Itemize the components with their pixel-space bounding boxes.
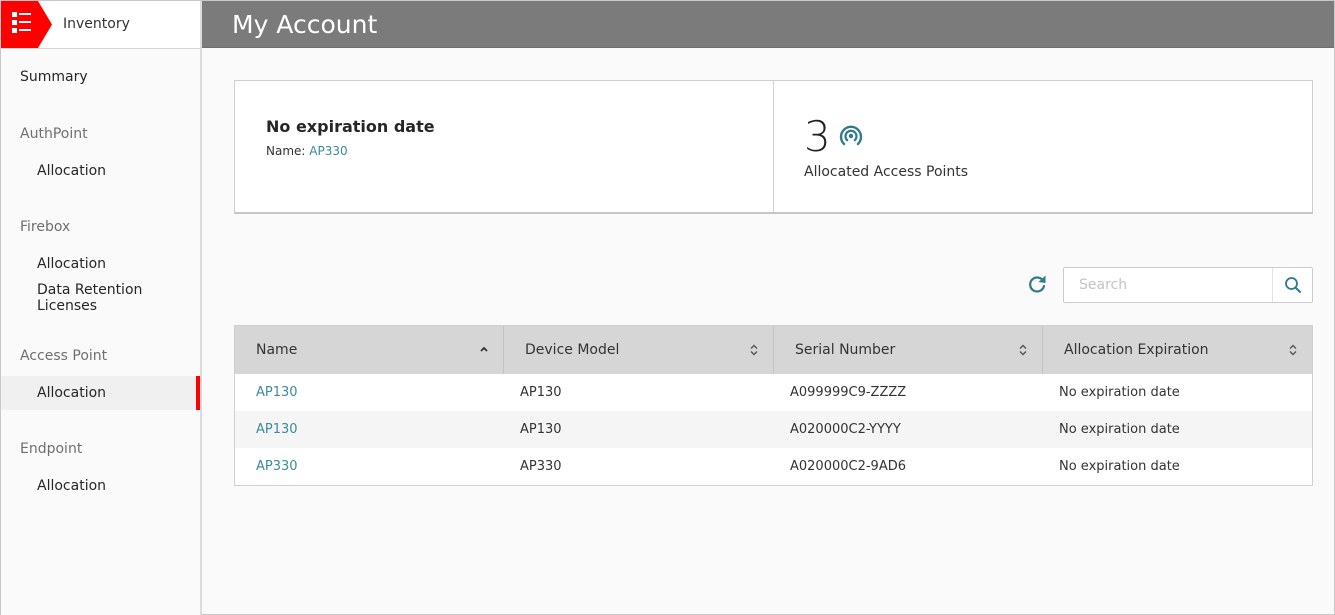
table-row: AP130 AP130 A020000C2-YYYY No expiration…: [235, 411, 1312, 448]
serial-number-cell: A099999C9-ZZZZ: [790, 385, 907, 400]
sidebar-item-firebox-allocation[interactable]: Allocation: [1, 247, 200, 281]
column-header-serial-number[interactable]: Serial Number: [774, 326, 1043, 374]
column-label: Serial Number: [795, 342, 896, 358]
device-name-link[interactable]: AP130: [256, 422, 298, 437]
sidebar-item-label: Allocation: [37, 163, 107, 179]
column-header-allocation-expiration[interactable]: Allocation Expiration: [1043, 326, 1312, 374]
expiration-heading: No expiration date: [266, 117, 435, 136]
sidebar-group-endpoint: Endpoint: [20, 441, 83, 457]
search-box: [1063, 267, 1313, 303]
search-input[interactable]: [1064, 268, 1272, 302]
sidebar-group-access-point: Access Point: [20, 348, 108, 364]
expiration-cell: No expiration date: [1059, 385, 1180, 400]
expiration-cell: No expiration date: [1059, 459, 1180, 474]
sidebar-item-label: Data Retention Licenses: [37, 282, 143, 314]
sidebar-item-access-point-allocation[interactable]: Allocation: [1, 376, 200, 410]
search-button[interactable]: [1272, 268, 1312, 302]
serial-number-cell: A020000C2-9AD6: [790, 459, 907, 474]
sidebar-item-label: Summary: [20, 69, 88, 85]
allocated-label: Allocated Access Points: [804, 164, 969, 180]
summary-cards: No expiration date Name: AP330 3 Allocat…: [234, 80, 1313, 214]
device-name-link[interactable]: AP330: [256, 459, 298, 474]
column-label: Device Model: [525, 342, 620, 358]
device-name-link[interactable]: AP130: [256, 385, 298, 400]
access-point-icon: [839, 125, 863, 146]
menu-button[interactable]: [1, 1, 52, 48]
sidebar-item-label: Allocation: [37, 478, 107, 494]
device-model-cell: AP130: [520, 422, 562, 437]
sidebar: Inventory Summary AuthPoint Allocation F…: [1, 1, 202, 615]
table-header: Name Device Model Serial Number Allocati…: [235, 326, 1312, 374]
sort-ascending-icon: [480, 346, 488, 352]
sidebar-item-authpoint-allocation[interactable]: Allocation: [1, 154, 200, 188]
sort-icon: [1019, 344, 1027, 356]
device-model-cell: AP330: [520, 459, 562, 474]
allocation-table: Name Device Model Serial Number Allocati…: [234, 325, 1313, 486]
sidebar-header: Inventory: [1, 1, 200, 49]
sort-icon: [750, 344, 758, 356]
column-label: Allocation Expiration: [1064, 342, 1209, 358]
sort-icon: [1289, 344, 1297, 356]
sidebar-item-summary[interactable]: Summary: [1, 60, 200, 94]
device-name-link[interactable]: AP330: [309, 144, 347, 158]
sidebar-group-firebox: Firebox: [20, 219, 71, 235]
column-label: Name: [256, 342, 298, 358]
table-row: AP130 AP130 A099999C9-ZZZZ No expiration…: [235, 374, 1312, 411]
sidebar-item-endpoint-allocation[interactable]: Allocation: [1, 469, 200, 503]
sidebar-item-label: Allocation: [37, 385, 107, 401]
expiration-card: No expiration date Name: AP330: [235, 81, 774, 212]
list-menu-icon: [1, 1, 52, 48]
sidebar-item-firebox-data-retention[interactable]: Data Retention Licenses: [1, 281, 200, 315]
column-header-device-model[interactable]: Device Model: [504, 326, 774, 374]
expiration-cell: No expiration date: [1059, 422, 1180, 437]
refresh-button[interactable]: [1025, 272, 1049, 296]
refresh-icon: [1029, 275, 1046, 293]
sidebar-item-label: Allocation: [37, 256, 107, 272]
column-header-name[interactable]: Name: [235, 326, 504, 374]
page-header: My Account: [202, 1, 1334, 48]
allocated-count: 3: [804, 112, 831, 161]
serial-number-cell: A020000C2-YYYY: [790, 422, 901, 437]
sidebar-group-authpoint: AuthPoint: [20, 126, 88, 142]
search-icon: [1284, 277, 1301, 293]
table-row: AP330 AP330 A020000C2-9AD6 No expiration…: [235, 448, 1312, 485]
allocated-card: 3 Allocated Access Points: [774, 81, 1312, 212]
section-title: Inventory: [63, 16, 130, 32]
page-title: My Account: [232, 10, 378, 39]
name-label: Name:: [266, 144, 306, 158]
device-model-cell: AP130: [520, 385, 562, 400]
expiration-name: Name: AP330: [266, 144, 348, 158]
